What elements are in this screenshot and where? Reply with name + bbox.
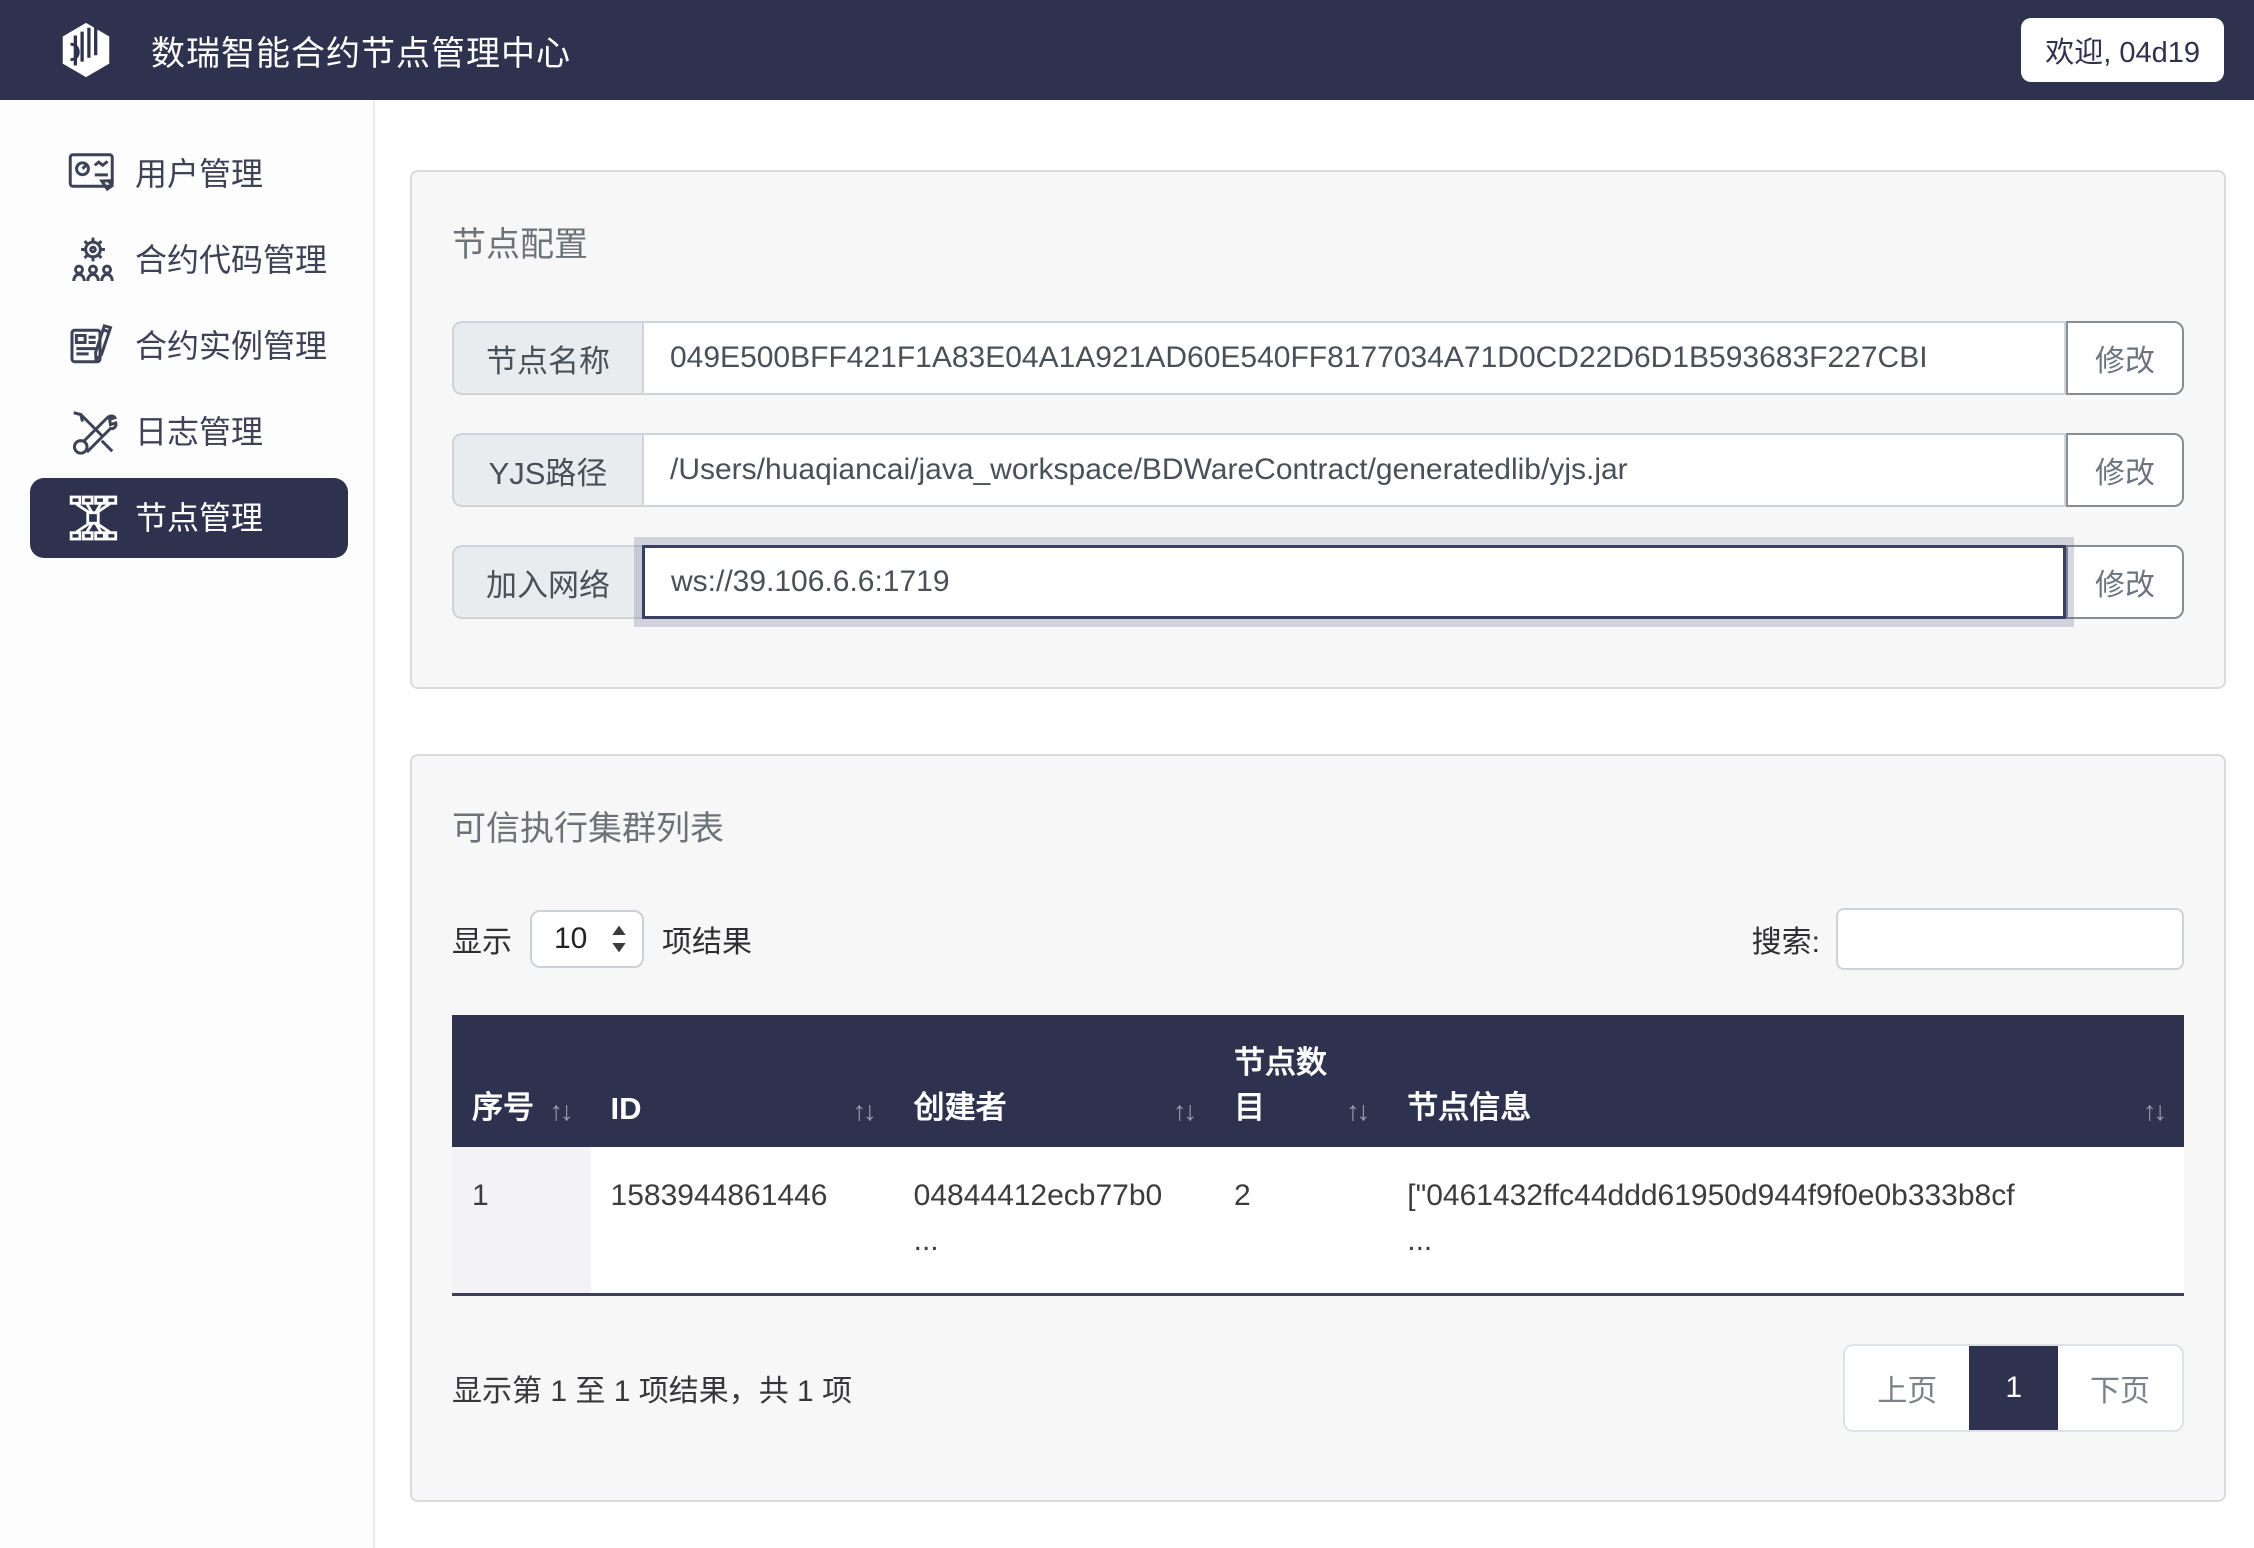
join-network-row: 加入网络 修改 [452, 545, 2184, 619]
sidebar-item-log-management[interactable]: 日志管理 [30, 392, 348, 472]
cell-index: 1 [452, 1147, 591, 1295]
cell-node-info: ["0461432ffc44ddd61950d944f9f0e0b333b8cf… [1387, 1147, 2184, 1295]
length-prefix-label: 显示 [452, 917, 512, 961]
node-management-icon [65, 490, 121, 546]
sidebar-item-user-management[interactable]: 用户管理 [30, 134, 348, 214]
sidebar: 用户管理 合约代码管理 [0, 100, 375, 1548]
results-summary: 显示第 1 至 1 项结果，共 1 项 [452, 1366, 852, 1410]
next-page-button[interactable]: 下页 [2058, 1346, 2182, 1430]
contract-instance-icon [65, 318, 121, 374]
cell-id: 1583944861446 [591, 1147, 894, 1295]
search-input[interactable] [1836, 908, 2184, 970]
welcome-badge[interactable]: 欢迎, 04d19 [2021, 18, 2224, 82]
sort-icon: ↑↓ [853, 1096, 874, 1127]
current-page-button[interactable]: 1 [1969, 1346, 2058, 1430]
page-length-value: 10 [554, 922, 587, 956]
top-bar: 数瑞智能合约节点管理中心 欢迎, 04d19 [0, 0, 2254, 100]
cluster-table: 序号 ↑↓ ID ↑↓ 创建者 ↑↓ 节点数目 ↑↓ 节点信息 ↑↓ [452, 1015, 2184, 1296]
column-label: 节点信息 [1407, 1082, 1531, 1127]
column-label: 节点数目 [1234, 1037, 1338, 1127]
user-management-icon [65, 146, 121, 202]
yjs-path-modify-button[interactable]: 修改 [2066, 433, 2184, 507]
column-header-node-info[interactable]: 节点信息 ↑↓ [1387, 1015, 2184, 1147]
join-network-label: 加入网络 [452, 545, 642, 619]
column-header-node-count[interactable]: 节点数目 ↑↓ [1214, 1015, 1387, 1147]
sidebar-item-node-management[interactable]: 节点管理 [30, 478, 348, 558]
page-length-control: 显示 10 项结果 [452, 910, 752, 968]
column-header-id[interactable]: ID ↑↓ [591, 1015, 894, 1147]
search-control: 搜索: [1752, 908, 2184, 970]
node-name-input[interactable] [642, 321, 2066, 395]
page-title: 数瑞智能合约节点管理中心 [151, 26, 571, 75]
sort-icon: ↑↓ [1346, 1096, 1367, 1127]
yjs-path-input[interactable] [642, 433, 2066, 507]
column-label: 序号 [472, 1082, 534, 1127]
sidebar-item-label: 合约实例管理 [135, 328, 327, 364]
cluster-list-title: 可信执行集群列表 [452, 801, 2184, 850]
node-config-title: 节点配置 [452, 217, 2184, 266]
node-name-modify-button[interactable]: 修改 [2066, 321, 2184, 395]
column-label: ID [611, 1091, 642, 1127]
select-arrows-icon [608, 923, 630, 955]
column-label: 创建者 [914, 1082, 1007, 1127]
pagination: 上页 1 下页 [1843, 1344, 2184, 1432]
cell-node-count: 2 [1214, 1147, 1387, 1295]
sort-icon: ↑↓ [2143, 1096, 2164, 1127]
yjs-path-row: YJS路径 修改 [452, 433, 2184, 507]
column-header-creator[interactable]: 创建者 ↑↓ [894, 1015, 1214, 1147]
cell-creator: 04844412ecb77b0 ... [894, 1147, 1214, 1295]
node-name-label: 节点名称 [452, 321, 642, 395]
contract-code-icon [65, 232, 121, 288]
prev-page-button[interactable]: 上页 [1845, 1346, 1969, 1430]
column-header-index[interactable]: 序号 ↑↓ [452, 1015, 591, 1147]
sidebar-item-label: 用户管理 [135, 156, 263, 192]
table-controls: 显示 10 项结果 搜索: [452, 908, 2184, 970]
main-content: 节点配置 节点名称 修改 YJS路径 修改 加入网络 修改 可信执行集群列表 [375, 100, 2254, 1548]
log-management-icon [65, 404, 121, 460]
join-network-modify-button[interactable]: 修改 [2066, 545, 2184, 619]
sidebar-item-label: 合约代码管理 [135, 242, 327, 278]
sort-icon: ↑↓ [1173, 1096, 1194, 1127]
cluster-list-panel: 可信执行集群列表 显示 10 项结果 搜索: [410, 754, 2226, 1502]
sort-icon: ↑↓ [550, 1096, 571, 1127]
table-header-row: 序号 ↑↓ ID ↑↓ 创建者 ↑↓ 节点数目 ↑↓ 节点信息 ↑↓ [452, 1015, 2184, 1147]
node-config-panel: 节点配置 节点名称 修改 YJS路径 修改 加入网络 修改 [410, 170, 2226, 689]
sidebar-item-label: 日志管理 [135, 414, 263, 450]
node-name-row: 节点名称 修改 [452, 321, 2184, 395]
join-network-input[interactable] [642, 545, 2066, 619]
yjs-path-label: YJS路径 [452, 433, 642, 507]
table-row: 1 1583944861446 04844412ecb77b0 ... 2 ["… [452, 1147, 2184, 1295]
length-suffix-label: 项结果 [662, 917, 752, 961]
sidebar-item-contract-code[interactable]: 合约代码管理 [30, 220, 348, 300]
page-length-select[interactable]: 10 [530, 910, 644, 968]
sidebar-item-label: 节点管理 [135, 500, 263, 536]
search-label: 搜索: [1752, 917, 1820, 961]
table-footer: 显示第 1 至 1 项结果，共 1 项 上页 1 下页 [452, 1344, 2184, 1432]
sidebar-item-contract-instance[interactable]: 合约实例管理 [30, 306, 348, 386]
app-logo-icon [55, 19, 117, 81]
